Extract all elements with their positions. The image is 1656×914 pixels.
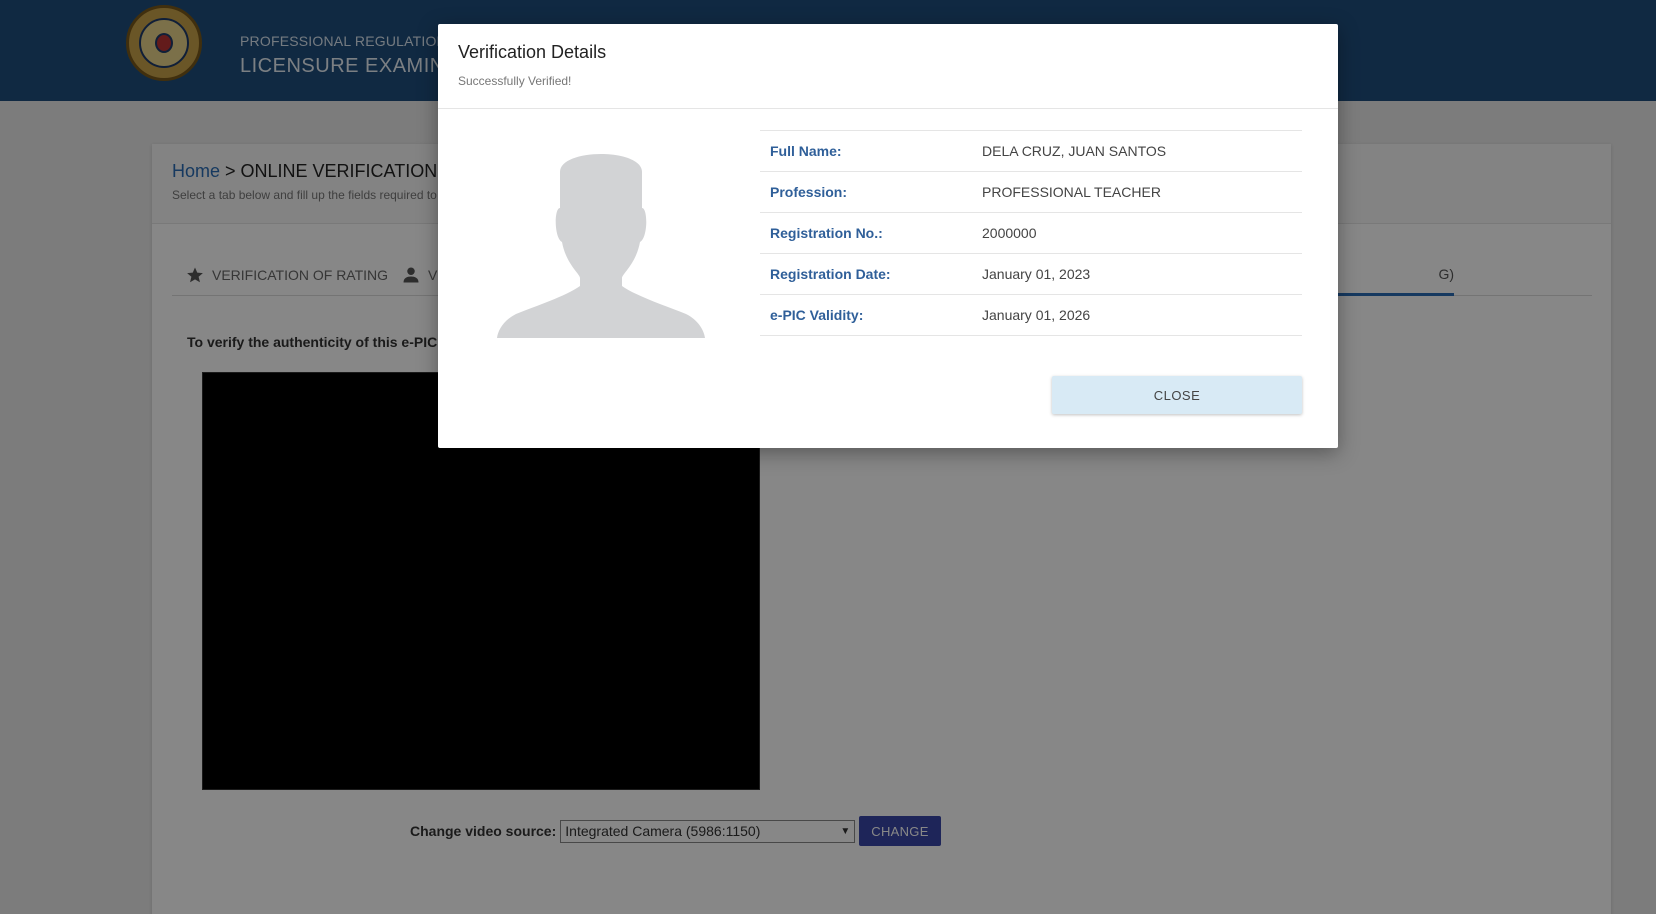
- detail-label: Registration No.:: [770, 225, 883, 241]
- modal-subtitle: Successfully Verified!: [458, 74, 572, 88]
- detail-label: Registration Date:: [770, 266, 891, 282]
- modal-header: Verification Details Successfully Verifi…: [438, 24, 1338, 109]
- detail-row-registration-date: Registration Date: January 01, 2023: [760, 254, 1302, 295]
- detail-value: 2000000: [982, 225, 1037, 241]
- detail-row-registration-no: Registration No.: 2000000: [760, 213, 1302, 254]
- verification-details-modal: Verification Details Successfully Verifi…: [438, 24, 1338, 448]
- profile-placeholder-icon: [497, 154, 705, 338]
- detail-row-full-name: Full Name: DELA CRUZ, JUAN SANTOS: [760, 131, 1302, 172]
- detail-value: January 01, 2023: [982, 266, 1091, 282]
- verification-details-table: Full Name: DELA CRUZ, JUAN SANTOS Profes…: [760, 130, 1302, 336]
- detail-label: Profession:: [770, 184, 848, 200]
- detail-row-epic-validity: e-PIC Validity: January 01, 2026: [760, 295, 1302, 336]
- close-button[interactable]: CLOSE: [1052, 376, 1302, 414]
- detail-label: e-PIC Validity:: [770, 307, 864, 323]
- detail-label: Full Name:: [770, 143, 842, 159]
- detail-value: PROFESSIONAL TEACHER: [982, 184, 1161, 200]
- detail-value: DELA CRUZ, JUAN SANTOS: [982, 143, 1167, 159]
- modal-title: Verification Details: [458, 42, 607, 62]
- detail-value: January 01, 2026: [982, 307, 1091, 323]
- detail-row-profession: Profession: PROFESSIONAL TEACHER: [760, 172, 1302, 213]
